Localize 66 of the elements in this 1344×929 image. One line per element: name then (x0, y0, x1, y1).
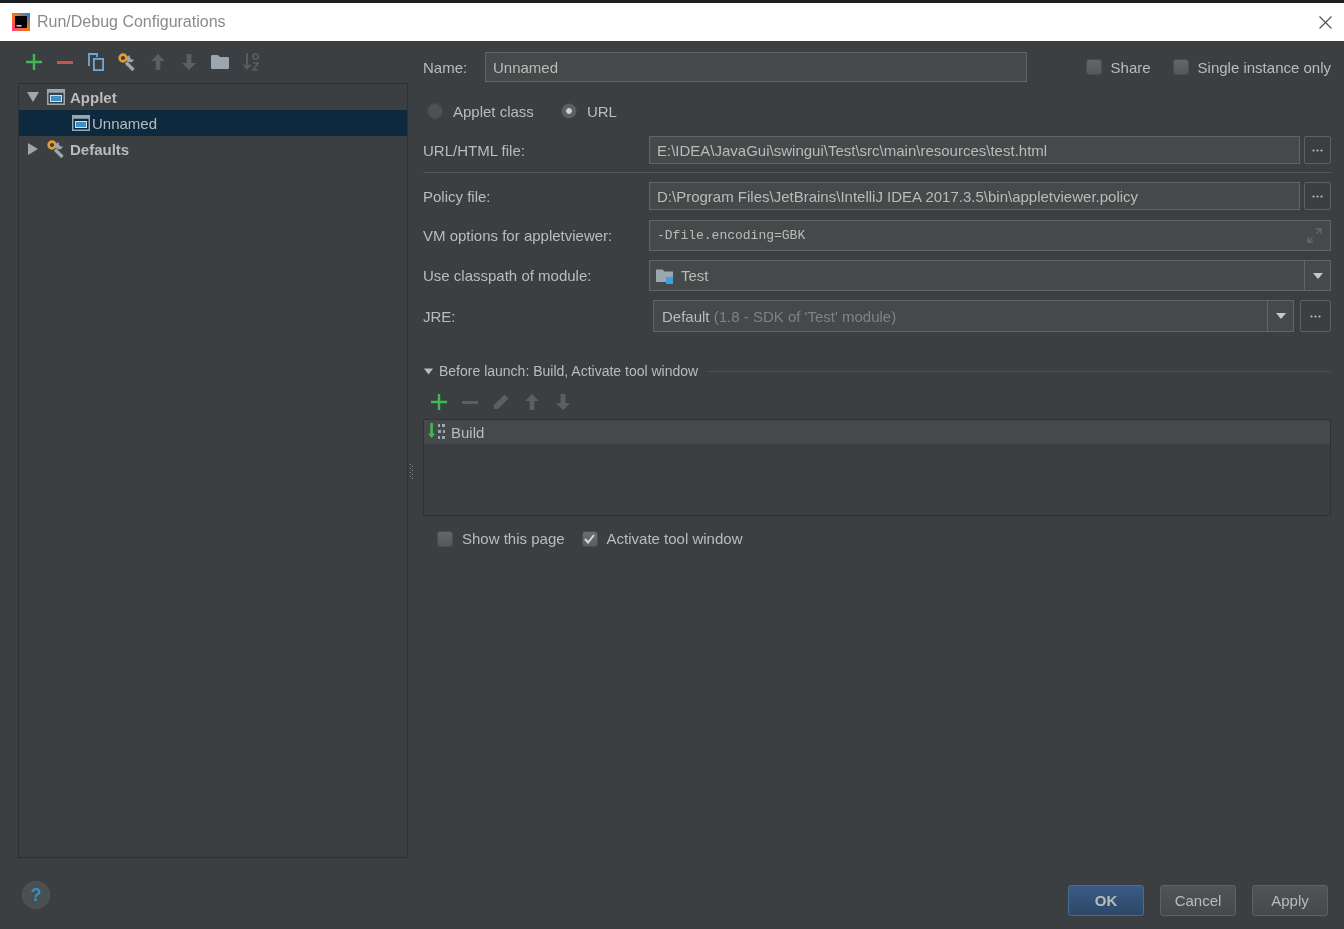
field-label: JRE: (423, 307, 457, 325)
dialog-button[interactable]: Apply (1252, 885, 1328, 916)
module-dropdown[interactable]: Test (649, 260, 1331, 291)
name-field[interactable]: Unnamed (485, 52, 1027, 82)
tree-item[interactable]: Applet (19, 84, 407, 110)
up-arrow-icon (150, 54, 165, 70)
checkbox-label: Single instance only (1197, 58, 1331, 76)
path-field[interactable]: E:\IDEA\JavaGui\swingui\Test\src\main\resources\test.html (649, 136, 1300, 164)
checkbox-label: Show this page (462, 530, 565, 547)
ellipsis-icon (1312, 194, 1323, 198)
up-arrow-icon (524, 394, 539, 410)
field-label: Policy file: (423, 187, 492, 205)
splitter-grip-icon[interactable] (410, 463, 413, 480)
ellipsis-icon (1310, 314, 1321, 318)
radio-button[interactable] (560, 103, 577, 119)
path-field[interactable]: D:\Program Files\JetBrains\IntelliJ IDEA 2017.3.5\bin\appletviewer.policy (649, 182, 1300, 210)
disclosure-triangle-icon[interactable] (27, 143, 39, 155)
wrench-gear-icon (117, 53, 136, 71)
plus-icon (430, 394, 447, 410)
field-label: Use classpath of module: (423, 267, 593, 284)
folder-icon (210, 55, 229, 69)
wrench-gear-icon (47, 140, 65, 158)
checkbox[interactable] (437, 530, 453, 547)
pencil-icon (492, 394, 509, 410)
dialog-button[interactable]: Cancel (1160, 885, 1236, 916)
close-icon[interactable] (1319, 15, 1332, 29)
applet-window-icon (72, 115, 90, 131)
down-arrow-icon (181, 54, 196, 70)
disclosure-triangle-icon[interactable] (424, 366, 433, 376)
plus-icon (25, 54, 42, 70)
field-label: URL/HTML file: (423, 141, 526, 159)
caret-icon (1312, 272, 1323, 279)
browse-button[interactable] (1304, 182, 1331, 210)
minus-icon (461, 400, 478, 404)
tree-item[interactable]: Defaults (19, 136, 407, 162)
field-label: VM options for appletviewer: (423, 227, 614, 244)
window-title: Run/Debug Configurations (37, 13, 226, 31)
checkbox[interactable] (1172, 59, 1189, 75)
expand-icon[interactable] (1307, 228, 1322, 243)
section-title[interactable]: Before launch: Build, Activate tool window (439, 363, 699, 379)
dialog-button[interactable]: OK (1068, 885, 1144, 916)
caret-icon (1275, 313, 1286, 319)
build-arrow-icon (428, 423, 446, 441)
down-arrow-icon (555, 394, 570, 410)
checkbox[interactable] (581, 530, 598, 547)
jre-dropdown[interactable]: Default (1.8 - SDK of 'Test' module) (653, 300, 1294, 332)
browse-button[interactable] (1304, 136, 1331, 164)
disclosure-triangle-icon[interactable] (27, 91, 39, 103)
task-item[interactable]: Build (424, 420, 1330, 444)
sort-icon (242, 53, 259, 71)
tree-item[interactable]: Unnamed (19, 110, 407, 136)
copy-icon (87, 53, 104, 71)
checkbox-label: Share (1110, 58, 1151, 76)
checkbox-label: Activate tool window (606, 530, 743, 547)
applet-window-icon (47, 89, 65, 105)
checkbox[interactable] (1085, 59, 1102, 75)
app-logo-icon (12, 13, 30, 31)
browse-button[interactable] (1300, 300, 1331, 332)
module-folder-icon (656, 267, 674, 284)
ellipsis-icon (1312, 148, 1323, 152)
radio-label: Applet class (453, 102, 534, 120)
checkmark-icon (584, 533, 596, 544)
field-label: Name: (423, 58, 469, 76)
vm-options-field[interactable]: -Dfile.encoding=GBK (649, 220, 1331, 251)
radio-label: URL (586, 102, 617, 120)
minus-icon (56, 60, 73, 64)
